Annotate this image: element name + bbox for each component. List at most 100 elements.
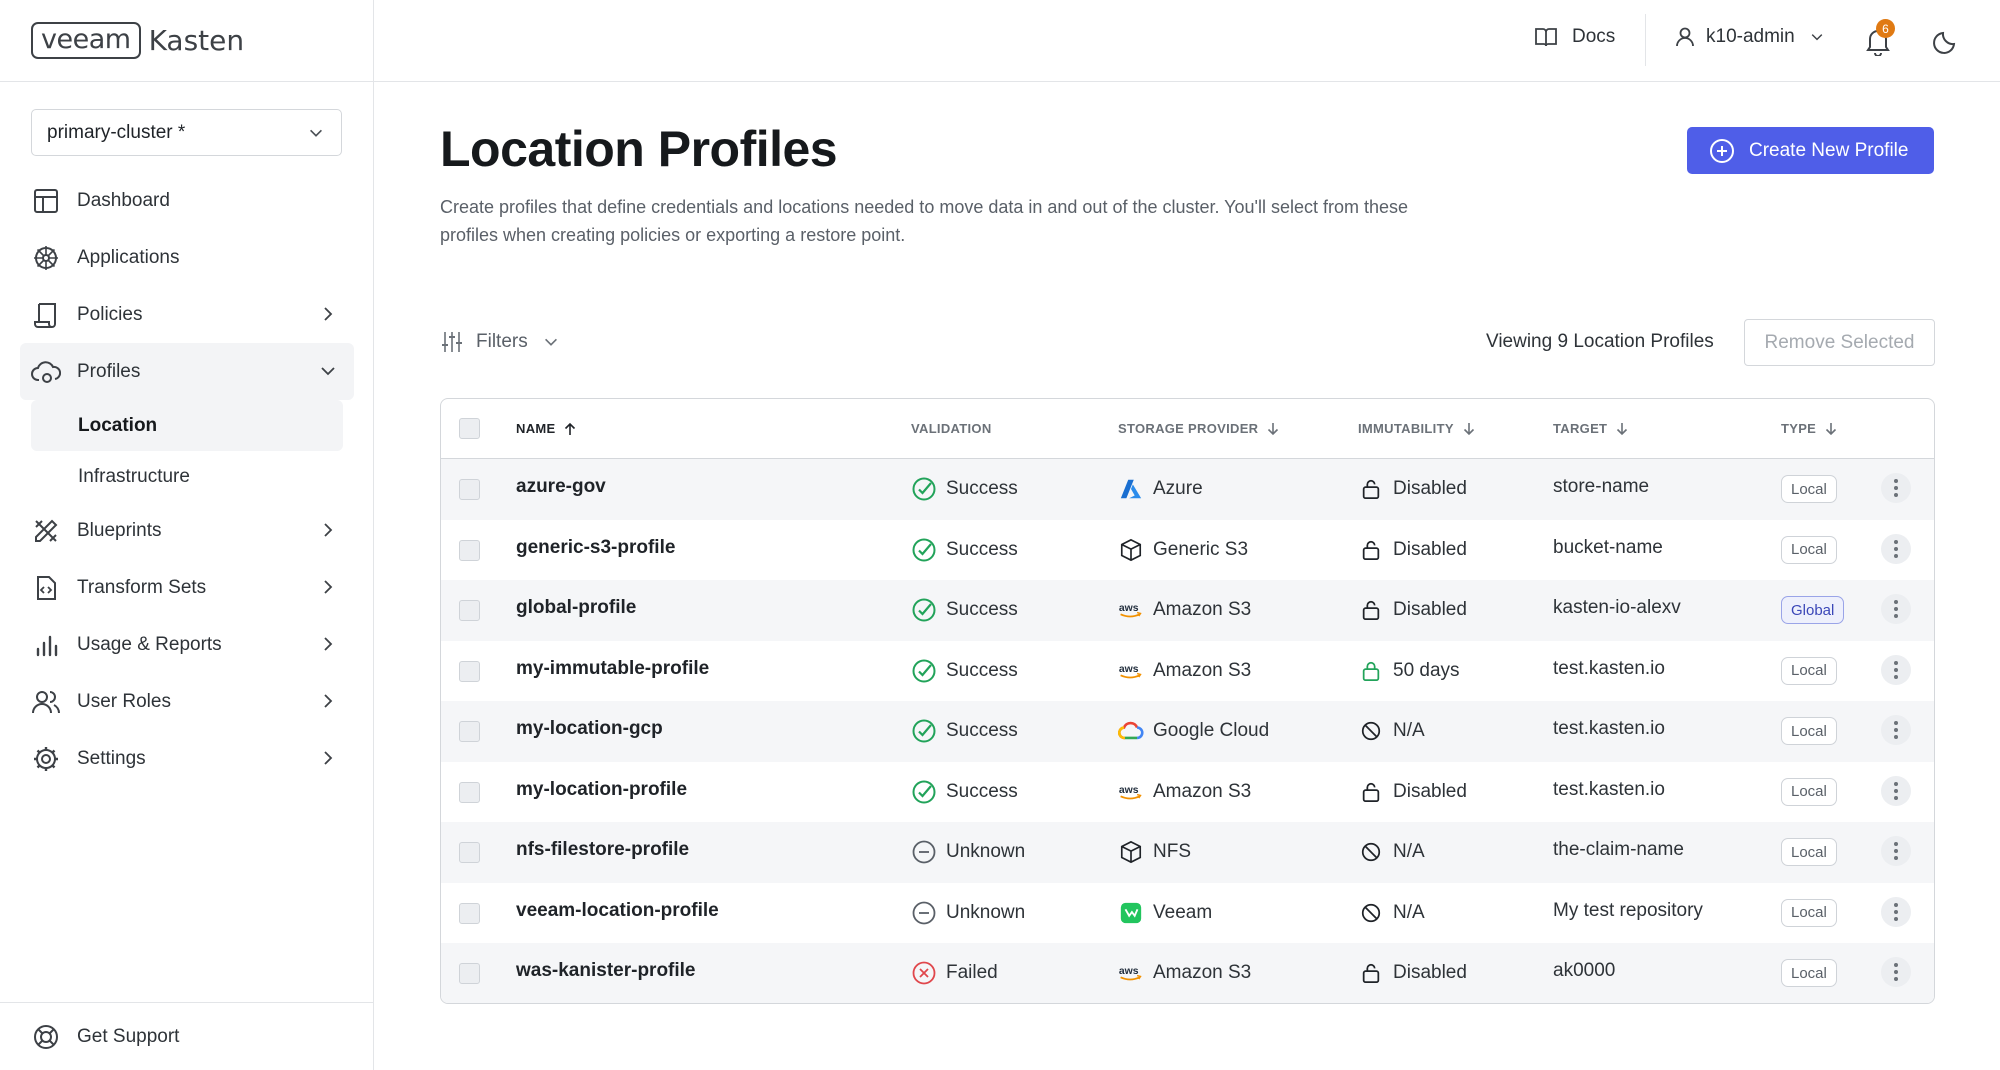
blueprints-icon [31,516,61,546]
sidebar-subitem-location[interactable]: Location [31,400,343,451]
chevron-right-icon [324,523,333,537]
sidebar-subitem-infrastructure[interactable]: Infrastructure [0,451,374,502]
profile-name[interactable]: generic-s3-profile [516,537,675,559]
row-actions-button[interactable] [1881,896,1911,927]
storage-provider: Amazon S3 [1153,599,1252,620]
table-row[interactable]: generic-s3-profile Success Generic S3 Di… [441,520,1934,581]
sidebar-item-usage-reports[interactable]: Usage & Reports [0,616,374,673]
more-vertical-icon [1894,721,1898,739]
more-vertical-icon [1894,660,1898,679]
column-header-type[interactable]: TYPE [1781,421,1838,436]
row-actions-button[interactable] [1881,836,1911,866]
row-actions-button[interactable] [1881,473,1911,503]
row-actions-button[interactable] [1881,715,1911,745]
profile-name[interactable]: my-location-gcp [516,718,663,740]
row-actions-button[interactable] [1881,775,1911,806]
column-header-label: VALIDATION [911,421,992,436]
sliders-icon [442,332,462,352]
unlock-icon [1358,960,1384,986]
profile-name[interactable]: veeam-location-profile [516,900,719,922]
row-checkbox[interactable] [459,902,480,924]
row-checkbox[interactable] [459,963,480,984]
immutability-value: Disabled [1393,538,1467,560]
table-row[interactable]: my-location-gcp Success Google Cloud N/A… [441,701,1934,762]
sidebar-item-dashboard[interactable]: Dashboard [0,172,374,229]
cluster-select[interactable]: primary-cluster * [31,109,342,156]
user-menu[interactable]: k10-admin [1674,26,1825,48]
get-support-link[interactable]: Get Support [0,1002,373,1070]
table-row[interactable]: azure-gov Success Azure Disabled store-n… [441,459,1934,520]
azure-icon [1118,476,1144,502]
cube-icon [1118,537,1144,563]
arrow-down-icon [1826,422,1837,435]
target-value: My test repository [1553,899,1703,921]
column-header-storage-provider[interactable]: STORAGE PROVIDER [1118,421,1280,436]
validation-cell: Success [911,779,1018,805]
profile-name[interactable]: azure-gov [516,476,606,498]
row-checkbox[interactable] [459,721,480,742]
row-actions-button[interactable] [1881,654,1911,685]
column-header-label: NAME [516,421,556,436]
immutability-value: 50 days [1393,659,1460,681]
applications-icon [31,243,61,273]
validation-cell: Failed [911,960,998,986]
table-row[interactable]: nfs-filestore-profile Unknown NFS N/A th… [441,822,1934,883]
type-badge: Local [1781,717,1837,745]
immutability-value: Disabled [1393,478,1467,499]
profile-name[interactable]: my-location-profile [516,779,687,801]
row-checkbox[interactable] [459,660,480,682]
create-new-profile-label: Create New Profile [1749,139,1909,161]
filters-toggle[interactable]: Filters [440,330,560,354]
sidebar-item-blueprints[interactable]: Blueprints [0,502,374,559]
column-header-target[interactable]: TARGET [1553,421,1629,436]
docs-link[interactable]: Docs [1534,26,1615,48]
create-new-profile-button[interactable]: Create New Profile [1687,127,1934,174]
validation-status: Unknown [946,841,1026,862]
table-row[interactable]: was-kanister-profile Failed aws Amazon S… [441,943,1934,1003]
row-checkbox[interactable] [459,479,480,500]
table-row[interactable]: my-immutable-profile Success aws Amazon … [441,641,1934,702]
remove-selected-button[interactable]: Remove Selected [1744,319,1935,366]
sidebar-item-profiles[interactable]: Profiles [20,343,354,400]
row-checkbox[interactable] [459,781,480,803]
type-badge: Local [1781,898,1837,927]
unlock-icon [1358,597,1384,623]
immutability-cell: N/A [1358,900,1425,926]
storage-provider-cell: NFS [1118,839,1191,865]
target-value: the-claim-name [1553,839,1684,860]
immutability-cell: Disabled [1358,537,1467,563]
logo-veeam: veeam [31,22,141,59]
immutability-value: N/A [1393,720,1425,741]
sidebar-item-applications[interactable]: Applications [0,229,374,286]
check-circle-icon [911,718,937,744]
column-header-immutability[interactable]: IMMUTABILITY [1358,421,1476,436]
table-row[interactable]: global-profile Success aws Amazon S3 Dis… [441,580,1934,641]
storage-provider: NFS [1153,841,1191,862]
profile-name[interactable]: was-kanister-profile [516,960,696,982]
column-header-name[interactable]: NAME [516,421,577,436]
moon-icon[interactable] [1932,27,1960,55]
row-actions-button[interactable] [1881,594,1911,624]
profile-name[interactable]: nfs-filestore-profile [516,839,689,861]
row-actions-button[interactable] [1881,957,1911,987]
sidebar-item-user-roles[interactable]: User Roles [0,673,374,730]
sidebar-item-label: Profiles [77,360,141,382]
profile-name[interactable]: global-profile [516,597,636,619]
row-actions-button[interactable] [1881,533,1911,564]
sidebar-item-label: Transform Sets [77,576,207,598]
table-row[interactable]: veeam-location-profile Unknown Veeam N/A… [441,883,1934,944]
row-checkbox[interactable] [459,539,480,561]
table-row[interactable]: my-location-profile Success aws Amazon S… [441,762,1934,823]
logo[interactable]: veeam Kasten [0,0,373,82]
select-all-checkbox[interactable] [459,418,480,439]
row-checkbox[interactable] [459,842,480,863]
storage-provider-cell: aws Amazon S3 [1118,597,1251,623]
x-circle-icon [911,960,937,986]
profile-name[interactable]: my-immutable-profile [516,658,709,680]
unlock-icon [1358,779,1384,805]
row-checkbox[interactable] [459,600,480,621]
chevron-right-icon [324,751,333,765]
sidebar-item-policies[interactable]: Policies [0,286,374,343]
sidebar-item-settings[interactable]: Settings [0,730,374,787]
sidebar-item-transform-sets[interactable]: Transform Sets [0,559,374,616]
